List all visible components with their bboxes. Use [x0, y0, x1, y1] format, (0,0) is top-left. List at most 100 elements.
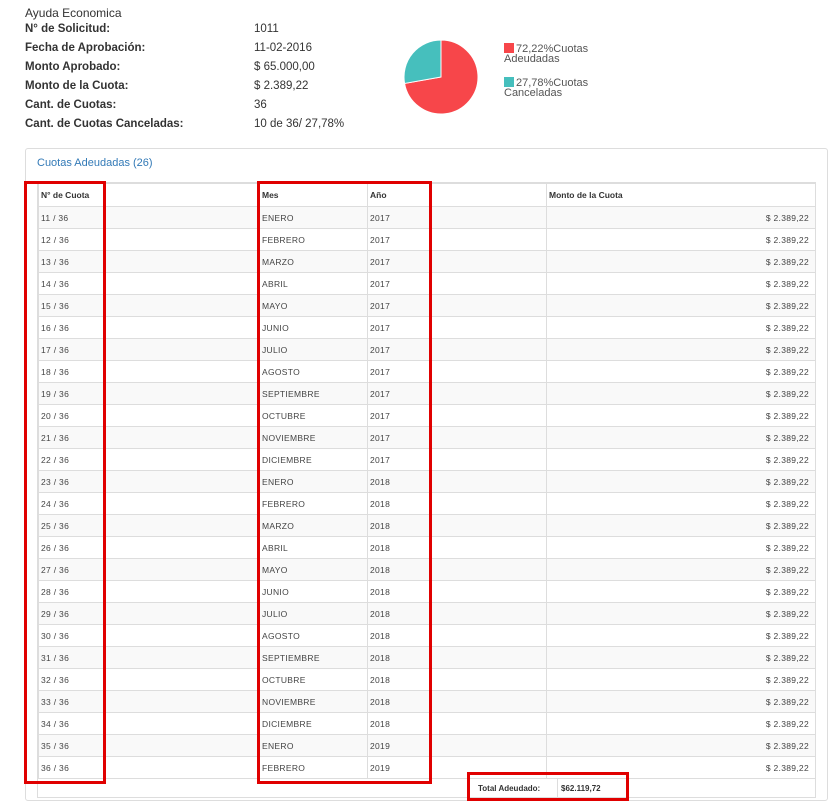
info-row-cuotas-canceladas: Cant. de Cuotas Canceladas: 10 de 36/ 27…: [25, 118, 425, 135]
cell-anio: 2017: [367, 250, 547, 273]
table-row: 13 / 36 MARZO 2017 $ 2.389,22: [38, 250, 816, 273]
cell-monto: $ 2.389,22: [546, 338, 816, 361]
cell-monto: $ 2.389,22: [546, 580, 816, 603]
panel-heading-link[interactable]: Cuotas Adeudadas (26): [37, 157, 153, 169]
table-row: 34 / 36 DICIEMBRE 2018 $ 2.389,22: [38, 712, 816, 735]
divider: [557, 779, 558, 797]
cell-monto: $ 2.389,22: [546, 602, 816, 625]
cell-mes: JUNIO: [259, 580, 368, 603]
cell-mes: MAYO: [259, 558, 368, 581]
cell-nro-cuota: 23 / 36: [38, 470, 260, 493]
cell-mes: SEPTIEMBRE: [259, 382, 368, 405]
table-row: 23 / 36 ENERO 2018 $ 2.389,22: [38, 470, 816, 493]
cell-mes: JUNIO: [259, 316, 368, 339]
info-value: 10 de 36/ 27,78%: [254, 118, 345, 130]
loan-title: Ayuda Economica: [25, 6, 122, 20]
cell-monto: $ 2.389,22: [546, 514, 816, 537]
cell-anio: 2017: [367, 294, 547, 317]
cell-anio: 2019: [367, 756, 547, 779]
cell-nro-cuota: 36 / 36: [38, 756, 260, 779]
cell-anio: 2018: [367, 580, 547, 603]
info-row-fecha-aprobacion: Fecha de Aprobación: 11-02-2016: [25, 42, 425, 59]
col-header-nro-cuota[interactable]: N° de Cuota: [38, 183, 260, 207]
cell-nro-cuota: 31 / 36: [38, 646, 260, 669]
cell-anio: 2019: [367, 734, 547, 757]
cell-anio: 2017: [367, 338, 547, 361]
table-row: 18 / 36 AGOSTO 2017 $ 2.389,22: [38, 360, 816, 383]
table-row: 31 / 36 SEPTIEMBRE 2018 $ 2.389,22: [38, 646, 816, 669]
cell-monto: $ 2.389,22: [546, 272, 816, 295]
cell-anio: 2018: [367, 668, 547, 691]
cell-anio: 2017: [367, 448, 547, 471]
cell-mes: DICIEMBRE: [259, 448, 368, 471]
cell-mes: FEBRERO: [259, 492, 368, 515]
table-row: 11 / 36 ENERO 2017 $ 2.389,22: [38, 206, 816, 229]
cell-anio: 2017: [367, 228, 547, 251]
cell-mes: OCTUBRE: [259, 404, 368, 427]
cell-nro-cuota: 14 / 36: [38, 272, 260, 295]
cell-nro-cuota: 21 / 36: [38, 426, 260, 449]
cell-anio: 2017: [367, 272, 547, 295]
info-row-monto-cuota: Monto de la Cuota: $ 2.389,22: [25, 80, 425, 97]
info-value: 11-02-2016: [254, 42, 312, 54]
info-row-solicitud: N° de Solicitud: 1011: [25, 23, 425, 40]
cell-anio: 2018: [367, 624, 547, 647]
cell-monto: $ 2.389,22: [546, 734, 816, 757]
table-row: 26 / 36 ABRIL 2018 $ 2.389,22: [38, 536, 816, 559]
table-header-row: N° de Cuota Mes Año Monto de la Cuota: [38, 183, 816, 207]
table-row: 27 / 36 MAYO 2018 $ 2.389,22: [38, 558, 816, 581]
legend-swatch: [504, 43, 514, 53]
cell-anio: 2017: [367, 360, 547, 383]
info-value: $ 65.000,00: [254, 61, 315, 73]
table-row: 33 / 36 NOVIEMBRE 2018 $ 2.389,22: [38, 690, 816, 713]
cell-anio: 2017: [367, 316, 547, 339]
legend-item-canceladas: 27,78%Cuotas Canceladas: [504, 77, 624, 99]
info-row-cant-cuotas: Cant. de Cuotas: 36: [25, 99, 425, 116]
cell-mes: AGOSTO: [259, 360, 368, 383]
cell-anio: 2018: [367, 514, 547, 537]
col-header-anio[interactable]: Año: [367, 183, 547, 207]
cell-anio: 2017: [367, 206, 547, 229]
info-label: Fecha de Aprobación:: [25, 42, 146, 54]
cell-nro-cuota: 32 / 36: [38, 668, 260, 691]
cell-monto: $ 2.389,22: [546, 382, 816, 405]
cell-monto: $ 2.389,22: [546, 448, 816, 471]
table-row: 19 / 36 SEPTIEMBRE 2017 $ 2.389,22: [38, 382, 816, 405]
legend-swatch: [504, 77, 514, 87]
cell-mes: ENERO: [259, 734, 368, 757]
cell-monto: $ 2.389,22: [546, 404, 816, 427]
info-row-monto-aprobado: Monto Aprobado: $ 65.000,00: [25, 61, 425, 78]
total-adeudado: Total Adeudado: $62.119,72: [472, 777, 627, 799]
cell-mes: FEBRERO: [259, 228, 368, 251]
cell-mes: NOVIEMBRE: [259, 690, 368, 713]
cell-mes: JULIO: [259, 602, 368, 625]
cell-nro-cuota: 34 / 36: [38, 712, 260, 735]
legend-text: Canceladas: [504, 87, 563, 99]
info-value: 36: [254, 99, 267, 111]
cell-anio: 2017: [367, 382, 547, 405]
table-row: 22 / 36 DICIEMBRE 2017 $ 2.389,22: [38, 448, 816, 471]
cell-anio: 2017: [367, 426, 547, 449]
cell-mes: DICIEMBRE: [259, 712, 368, 735]
legend-text: Adeudadas: [504, 53, 560, 65]
cell-monto: $ 2.389,22: [546, 690, 816, 713]
table-row: 29 / 36 JULIO 2018 $ 2.389,22: [38, 602, 816, 625]
info-value: 1011: [254, 23, 279, 35]
info-label: Cant. de Cuotas:: [25, 99, 117, 111]
info-label: Monto Aprobado:: [25, 61, 121, 73]
cuotas-table-container: N° de Cuota Mes Año Monto de la Cuota 11…: [37, 182, 816, 798]
col-header-mes[interactable]: Mes: [259, 183, 368, 207]
table-row: 32 / 36 OCTUBRE 2018 $ 2.389,22: [38, 668, 816, 691]
table-row: 15 / 36 MAYO 2017 $ 2.389,22: [38, 294, 816, 317]
cell-nro-cuota: 26 / 36: [38, 536, 260, 559]
cell-mes: SEPTIEMBRE: [259, 646, 368, 669]
cell-mes: NOVIEMBRE: [259, 426, 368, 449]
cell-nro-cuota: 16 / 36: [38, 316, 260, 339]
cell-nro-cuota: 35 / 36: [38, 734, 260, 757]
total-label: Total Adeudado:: [478, 784, 541, 793]
cell-nro-cuota: 15 / 36: [38, 294, 260, 317]
cell-nro-cuota: 33 / 36: [38, 690, 260, 713]
info-label: Monto de la Cuota:: [25, 80, 129, 92]
col-header-monto[interactable]: Monto de la Cuota: [546, 183, 816, 207]
cell-nro-cuota: 18 / 36: [38, 360, 260, 383]
